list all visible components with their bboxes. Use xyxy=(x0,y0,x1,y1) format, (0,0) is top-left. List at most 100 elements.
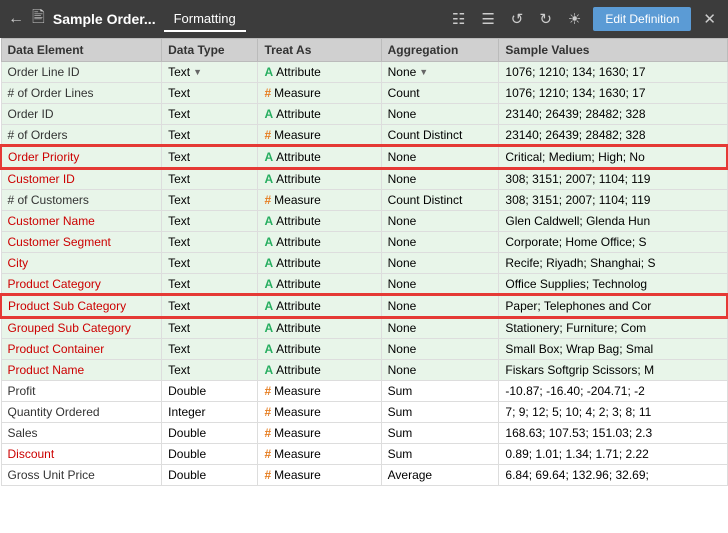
cell-treat: #Measure xyxy=(258,423,381,444)
title-bar: ← 🖹 Sample Order... Formatting ☷ ☰ ↺ ↻ ☀… xyxy=(0,0,728,38)
treat-icon: A xyxy=(264,342,273,356)
treat-label: Attribute xyxy=(276,150,321,164)
treat-icon: A xyxy=(264,172,273,186)
cell-type: Double xyxy=(162,465,258,486)
cell-element: Customer Name xyxy=(1,211,162,232)
treat-icon: A xyxy=(264,65,273,79)
cell-treat: AAttribute xyxy=(258,146,381,168)
treat-label: Measure xyxy=(274,447,321,461)
cell-element: Sales xyxy=(1,423,162,444)
table-row: Order Line IDText ▼AAttributeNone ▼1076;… xyxy=(1,62,727,83)
treat-icon: A xyxy=(264,214,273,228)
cell-treat: AAttribute xyxy=(258,62,381,83)
grid-view-icon[interactable]: ☷ xyxy=(448,8,469,30)
cell-aggregation: None xyxy=(381,360,499,381)
cell-type: Text xyxy=(162,317,258,339)
cell-treat: AAttribute xyxy=(258,211,381,232)
cell-sample: Glen Caldwell; Glenda Hun xyxy=(499,211,727,232)
cell-sample: -10.87; -16.40; -204.71; -2 xyxy=(499,381,727,402)
col-header-sample: Sample Values xyxy=(499,39,727,62)
table-row: # of CustomersText#MeasureCount Distinct… xyxy=(1,190,727,211)
cell-treat: AAttribute xyxy=(258,339,381,360)
cell-aggregation: Count Distinct xyxy=(381,125,499,147)
back-button[interactable]: ← xyxy=(8,10,24,28)
table-row: Product Sub CategoryTextAAttributeNonePa… xyxy=(1,295,727,317)
cell-treat: #Measure xyxy=(258,190,381,211)
cell-sample: Paper; Telephones and Cor xyxy=(499,295,727,317)
edit-definition-button[interactable]: Edit Definition xyxy=(593,7,691,31)
cell-treat: AAttribute xyxy=(258,168,381,190)
cell-treat: #Measure xyxy=(258,381,381,402)
treat-label: Measure xyxy=(274,468,321,482)
cell-aggregation: None xyxy=(381,146,499,168)
cell-aggregation: Count Distinct xyxy=(381,190,499,211)
table-row: Order IDTextAAttributeNone23140; 26439; … xyxy=(1,104,727,125)
snapshot-icon[interactable]: ☀ xyxy=(564,8,585,30)
cell-element: City xyxy=(1,253,162,274)
treat-icon: A xyxy=(264,299,273,313)
table-row: SalesDouble#MeasureSum168.63; 107.53; 15… xyxy=(1,423,727,444)
type-dropdown-arrow[interactable]: ▼ xyxy=(193,67,202,77)
treat-icon: # xyxy=(264,447,271,461)
cell-element: Order Priority xyxy=(1,146,162,168)
undo-icon[interactable]: ↺ xyxy=(507,8,528,30)
treat-label: Measure xyxy=(274,128,321,142)
cell-treat: #Measure xyxy=(258,444,381,465)
data-table: Data Element Data Type Treat As Aggregat… xyxy=(0,38,728,486)
treat-icon: # xyxy=(264,468,271,482)
treat-label: Attribute xyxy=(276,299,321,313)
cell-sample: Fiskars Softgrip Scissors; M xyxy=(499,360,727,381)
treat-label: Attribute xyxy=(276,321,321,335)
treat-label: Attribute xyxy=(276,65,321,79)
table-row: Product CategoryTextAAttributeNoneOffice… xyxy=(1,274,727,296)
cell-aggregation[interactable]: None ▼ xyxy=(381,62,499,83)
cell-aggregation: Sum xyxy=(381,444,499,465)
treat-icon: # xyxy=(264,384,271,398)
cell-treat: AAttribute xyxy=(258,104,381,125)
close-icon[interactable]: ✕ xyxy=(699,8,720,30)
cell-aggregation: None xyxy=(381,339,499,360)
table-row: Quantity OrderedInteger#MeasureSum7; 9; … xyxy=(1,402,727,423)
redo-icon[interactable]: ↻ xyxy=(535,8,556,30)
col-header-agg: Aggregation xyxy=(381,39,499,62)
agg-dropdown-arrow[interactable]: ▼ xyxy=(419,67,428,77)
cell-sample: 1076; 1210; 134; 1630; 17 xyxy=(499,62,727,83)
table-row: # of Order LinesText#MeasureCount1076; 1… xyxy=(1,83,727,104)
treat-label: Attribute xyxy=(276,214,321,228)
cell-type: Double xyxy=(162,444,258,465)
cell-type: Double xyxy=(162,423,258,444)
cell-type: Text xyxy=(162,253,258,274)
table-row: Gross Unit PriceDouble#MeasureAverage6.8… xyxy=(1,465,727,486)
cell-type: Text xyxy=(162,104,258,125)
cell-sample: Stationery; Furniture; Com xyxy=(499,317,727,339)
table-row: Customer SegmentTextAAttributeNoneCorpor… xyxy=(1,232,727,253)
cell-element: Order Line ID xyxy=(1,62,162,83)
cell-sample: Recife; Riyadh; Shanghai; S xyxy=(499,253,727,274)
cell-aggregation: Sum xyxy=(381,381,499,402)
treat-label: Attribute xyxy=(276,107,321,121)
treat-icon: # xyxy=(264,426,271,440)
table-row: DiscountDouble#MeasureSum0.89; 1.01; 1.3… xyxy=(1,444,727,465)
document-icon: 🖹 xyxy=(32,6,45,33)
tab-formatting[interactable]: Formatting xyxy=(164,7,246,32)
cell-element: Quantity Ordered xyxy=(1,402,162,423)
list-view-icon[interactable]: ☰ xyxy=(477,8,498,30)
cell-treat: #Measure xyxy=(258,465,381,486)
cell-element: Profit xyxy=(1,381,162,402)
cell-type: Text xyxy=(162,295,258,317)
cell-treat: #Measure xyxy=(258,83,381,104)
cell-element: Product Name xyxy=(1,360,162,381)
cell-treat: #Measure xyxy=(258,402,381,423)
treat-label: Measure xyxy=(274,426,321,440)
cell-sample: Office Supplies; Technolog xyxy=(499,274,727,296)
cell-type[interactable]: Text ▼ xyxy=(162,62,258,83)
cell-type: Text xyxy=(162,232,258,253)
cell-element: # of Order Lines xyxy=(1,83,162,104)
cell-aggregation: None xyxy=(381,104,499,125)
col-header-treat: Treat As xyxy=(258,39,381,62)
cell-type: Text xyxy=(162,146,258,168)
cell-treat: AAttribute xyxy=(258,317,381,339)
cell-aggregation: None xyxy=(381,317,499,339)
cell-sample: Corporate; Home Office; S xyxy=(499,232,727,253)
cell-element: Product Container xyxy=(1,339,162,360)
